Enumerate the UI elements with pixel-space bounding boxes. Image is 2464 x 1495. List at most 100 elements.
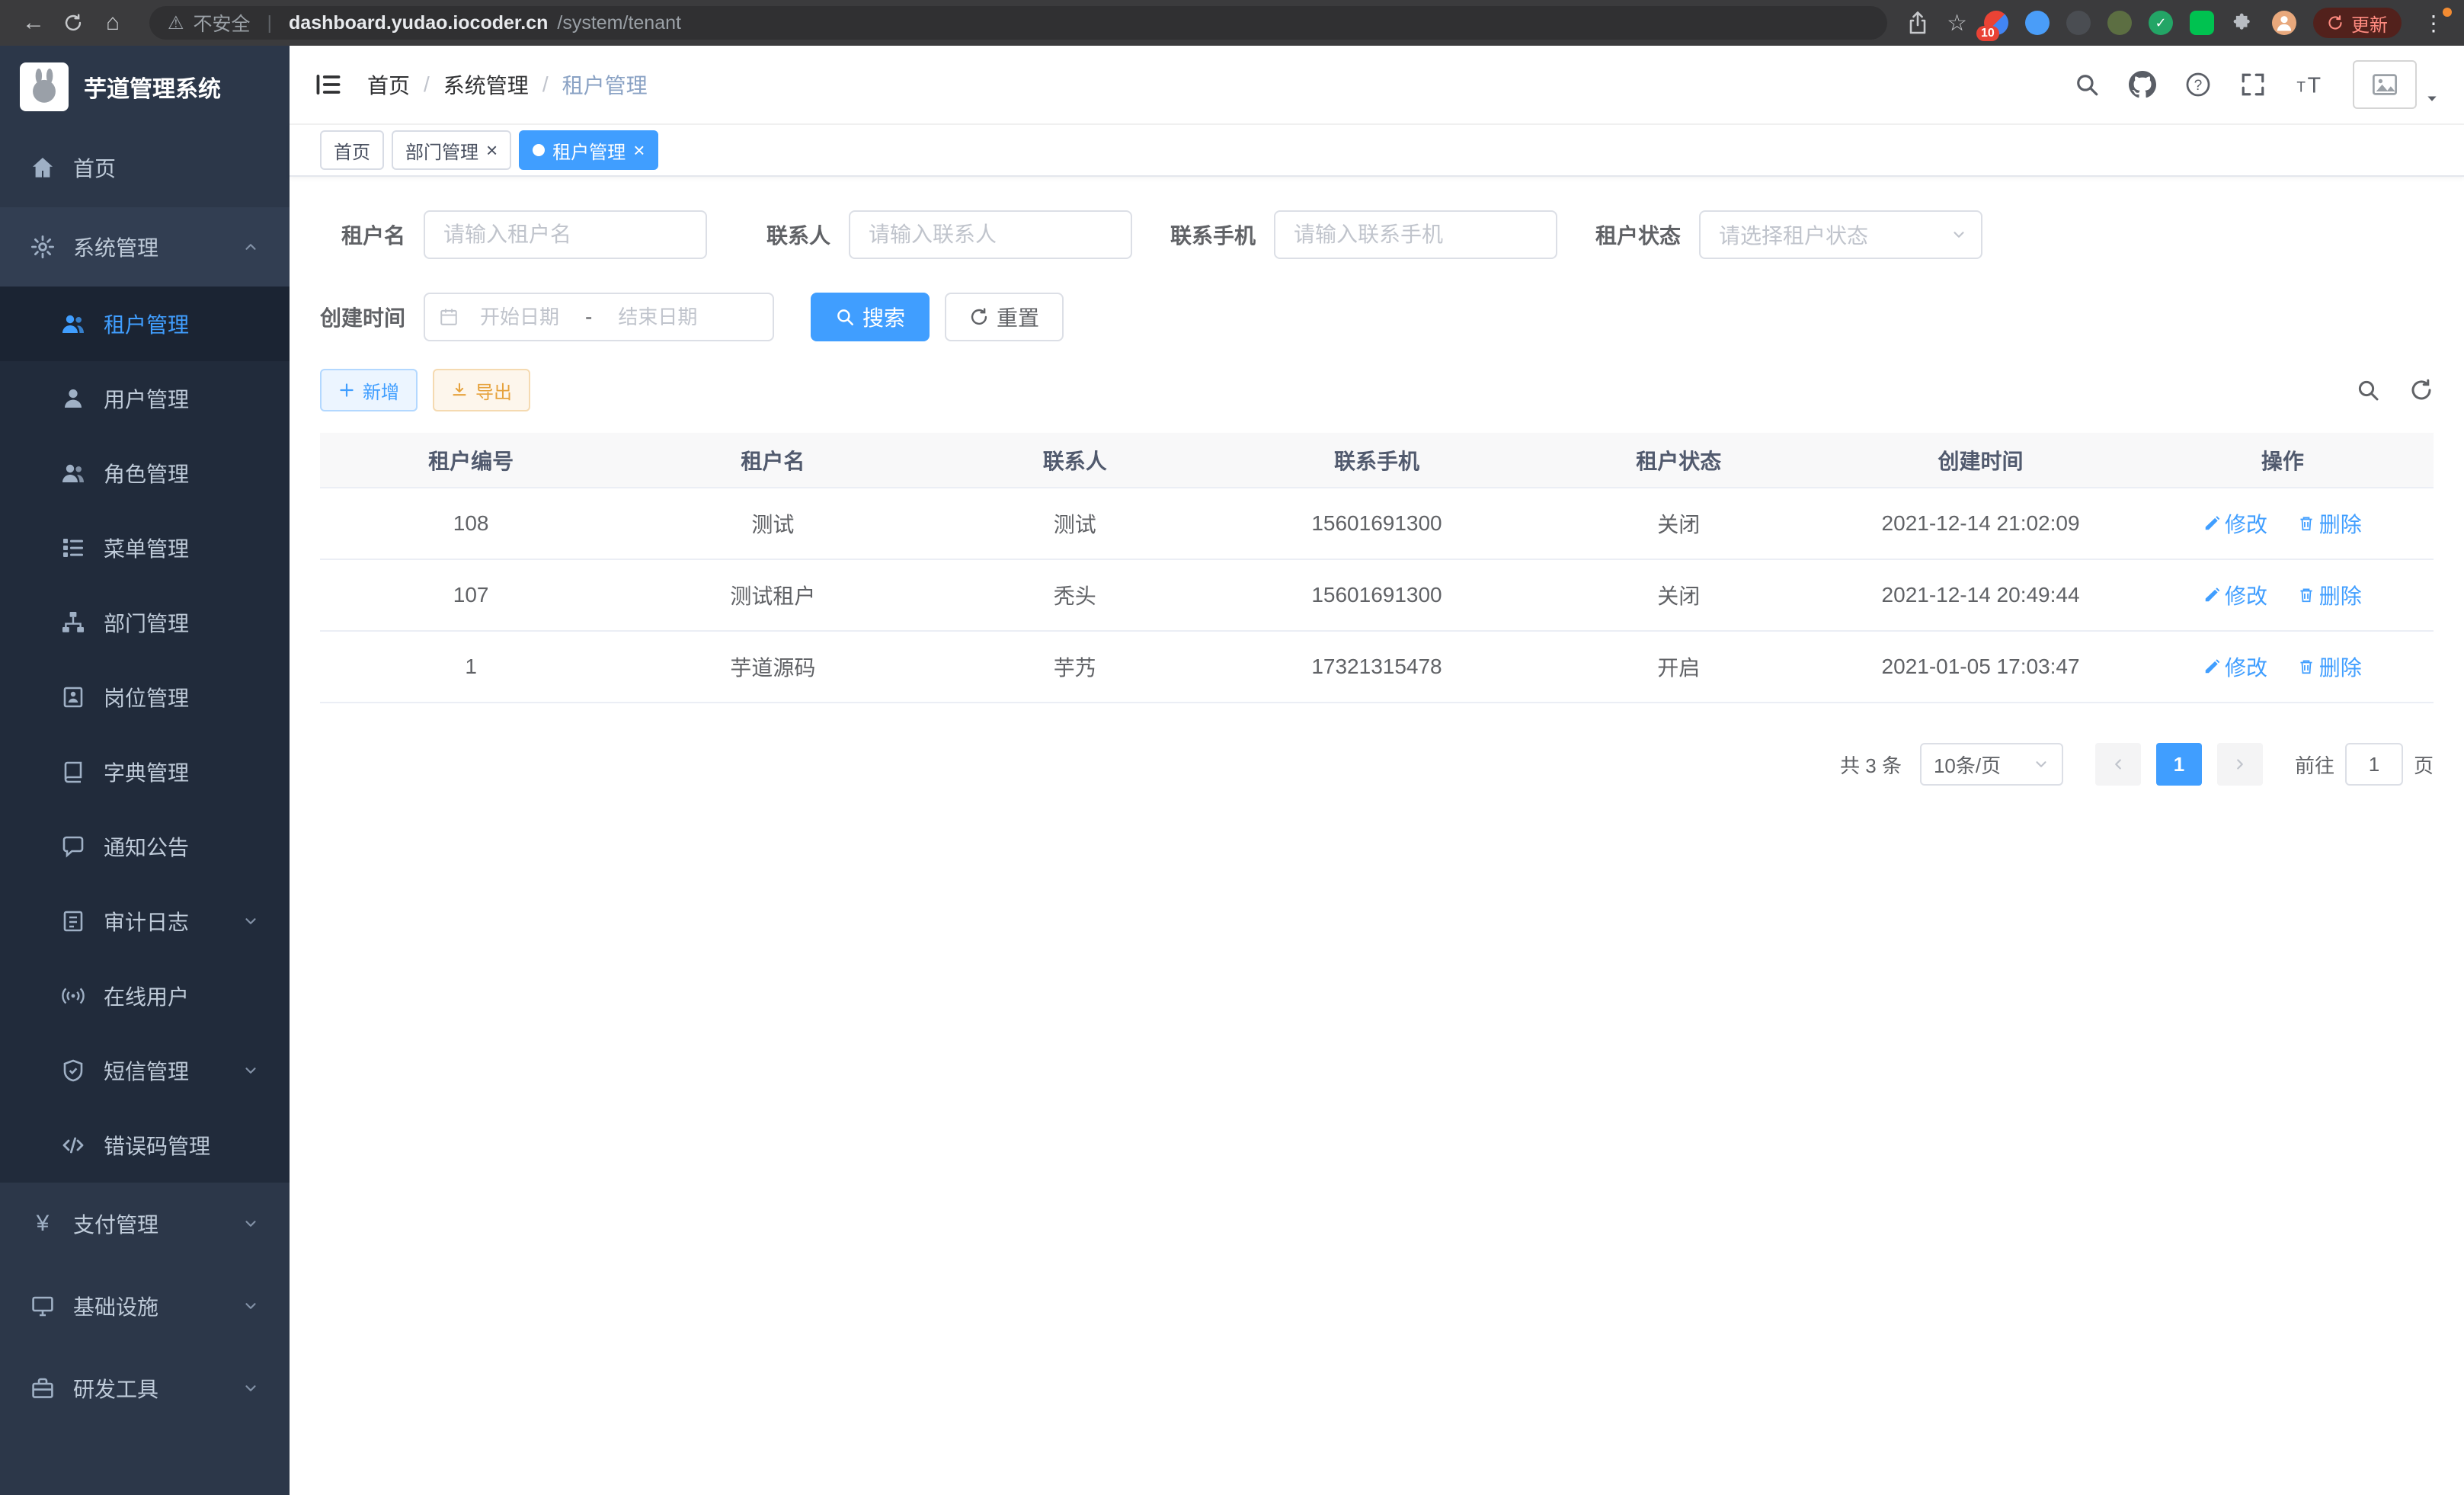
security-warning-icon: ⚠: [168, 12, 184, 34]
date-start-input[interactable]: [465, 306, 574, 329]
browser-back-icon[interactable]: ←: [15, 5, 52, 41]
sidebar-item-error-code[interactable]: 错误码管理: [0, 1108, 290, 1183]
export-button[interactable]: 导出: [433, 369, 530, 411]
font-size-icon[interactable]: [2295, 70, 2324, 99]
status-select[interactable]: 请选择租户状态: [1699, 210, 1982, 259]
sidebar-item-role[interactable]: 角色管理: [0, 436, 290, 511]
help-icon[interactable]: [2185, 72, 2211, 98]
next-page-button[interactable]: [2217, 743, 2263, 786]
sidebar-item-user[interactable]: 用户管理: [0, 361, 290, 436]
date-end-input[interactable]: [603, 306, 712, 329]
reset-button[interactable]: 重置: [945, 293, 1064, 341]
tag-label: 部门管理: [405, 137, 478, 164]
sidebar-item-dev-tools[interactable]: 研发工具: [0, 1347, 290, 1429]
github-icon[interactable]: [2129, 71, 2156, 98]
sidebar-item-label: 研发工具: [73, 1373, 158, 1404]
sidebar-item-tenant[interactable]: 租户管理: [0, 287, 290, 361]
refresh-table-icon[interactable]: [2409, 378, 2434, 402]
date-range-picker[interactable]: -: [424, 293, 774, 341]
sidebar-item-notice[interactable]: 通知公告: [0, 809, 290, 884]
browser-reload-icon[interactable]: [55, 5, 91, 41]
edit-link[interactable]: 修改: [2203, 508, 2267, 539]
user-avatar-menu[interactable]: [2353, 60, 2440, 109]
sidebar-item-infra[interactable]: 基础设施: [0, 1265, 290, 1347]
chevron-down-icon: [1950, 226, 1967, 243]
edit-link[interactable]: 修改: [2203, 580, 2267, 610]
delete-link[interactable]: 删除: [2298, 508, 2362, 539]
breadcrumb-home[interactable]: 首页: [367, 69, 410, 100]
breadcrumb-system[interactable]: 系统管理: [443, 69, 529, 100]
cell-created: 2021-12-14 20:49:44: [1829, 559, 2131, 631]
tag-tenant-active[interactable]: 租户管理 ×: [519, 130, 658, 170]
extension-icon-green-circle[interactable]: ✓: [2149, 11, 2173, 35]
sidebar-item-home[interactable]: 首页: [0, 128, 290, 207]
extension-icon-blue[interactable]: [2025, 11, 2050, 35]
date-separator: -: [581, 305, 597, 329]
badge-icon: [61, 685, 85, 709]
trash-icon: [2298, 587, 2315, 603]
edit-link[interactable]: 修改: [2203, 651, 2267, 682]
tag-home[interactable]: 首页: [320, 130, 384, 170]
page-number-1[interactable]: 1: [2156, 743, 2202, 786]
share-icon[interactable]: [1906, 11, 1930, 35]
cell-contact: 秃头: [924, 559, 1226, 631]
filter-mobile: 联系手机: [1170, 210, 1557, 259]
users-icon: [61, 312, 85, 336]
code-icon: [61, 1133, 85, 1157]
sidebar-menu: 首页 系统管理 租户管理 用户管理 角色管理: [0, 128, 290, 1429]
mobile-input[interactable]: [1274, 210, 1557, 259]
tenant-name-input[interactable]: [424, 210, 707, 259]
sidebar-item-audit-log[interactable]: 审计日志: [0, 884, 290, 959]
tag-dept[interactable]: 部门管理 ×: [392, 130, 511, 170]
add-button[interactable]: 新增: [320, 369, 418, 411]
sidebar-item-online-user[interactable]: 在线用户: [0, 959, 290, 1033]
page-size-select[interactable]: 10条/页: [1920, 743, 2063, 786]
sidebar-item-label: 用户管理: [104, 383, 189, 414]
sidebar-item-label: 部门管理: [104, 607, 189, 638]
fullscreen-icon[interactable]: [2240, 72, 2266, 98]
sidebar-item-label: 字典管理: [104, 757, 189, 787]
address-bar[interactable]: ⚠ 不安全 | dashboard.yudao.iocoder.cn/syste…: [149, 6, 1887, 40]
sidebar-item-menu[interactable]: 菜单管理: [0, 511, 290, 585]
sidebar-toggle-icon[interactable]: [314, 70, 343, 99]
goto-page-input[interactable]: [2345, 743, 2403, 786]
contact-input[interactable]: [849, 210, 1132, 259]
browser-toolbar-right: ☆ 10 ✓ 更新 ⋮: [1906, 8, 2449, 38]
profile-avatar[interactable]: [2272, 11, 2296, 35]
sidebar-item-dept[interactable]: 部门管理: [0, 585, 290, 660]
sidebar-item-dict[interactable]: 字典管理: [0, 735, 290, 809]
extension-icon-green-square[interactable]: [2190, 11, 2214, 35]
browser-home-icon[interactable]: ⌂: [94, 5, 131, 41]
toggle-search-icon[interactable]: [2356, 378, 2380, 402]
search-icon: [835, 307, 855, 327]
delete-link[interactable]: 删除: [2298, 580, 2362, 610]
cell-mobile: 17321315478: [1226, 631, 1528, 703]
search-icon[interactable]: [2074, 72, 2100, 98]
bookmark-star-icon[interactable]: ☆: [1947, 10, 1967, 37]
table-header-row: 租户编号 租户名 联系人 联系手机 租户状态 创建时间 操作: [320, 433, 2434, 488]
filter-create-time: 创建时间 -: [320, 293, 774, 341]
chevron-down-icon: [242, 1062, 259, 1079]
sidebar-item-pay[interactable]: ¥ 支付管理: [0, 1183, 290, 1265]
extension-icon-dark[interactable]: [2066, 11, 2091, 35]
search-button[interactable]: 搜索: [811, 293, 930, 341]
prev-page-button[interactable]: [2095, 743, 2141, 786]
browser-menu-icon[interactable]: ⋮: [2418, 11, 2449, 36]
logo[interactable]: 芋道管理系统: [0, 46, 290, 128]
cell-created: 2021-01-05 17:03:47: [1829, 631, 2131, 703]
cell-created: 2021-12-14 21:02:09: [1829, 488, 2131, 559]
extension-icon-stats[interactable]: 10: [1984, 11, 2008, 35]
delete-link[interactable]: 删除: [2298, 651, 2362, 682]
sidebar-item-sms[interactable]: 短信管理: [0, 1033, 290, 1108]
table-row: 1 芋道源码 芋艿 17321315478 开启 2021-01-05 17:0…: [320, 631, 2434, 703]
add-button-label: 新增: [363, 377, 399, 404]
close-icon[interactable]: ×: [633, 140, 645, 160]
chevron-down-icon: [242, 913, 259, 930]
sidebar-item-system[interactable]: 系统管理: [0, 207, 290, 287]
sidebar-item-post[interactable]: 岗位管理: [0, 660, 290, 735]
close-icon[interactable]: ×: [486, 140, 498, 160]
table-row: 107 测试租户 秃头 15601691300 关闭 2021-12-14 20…: [320, 559, 2434, 631]
chrome-update-button[interactable]: 更新: [2313, 8, 2402, 38]
extensions-puzzle-icon[interactable]: [2231, 11, 2255, 35]
extension-icon-olive[interactable]: [2107, 11, 2132, 35]
